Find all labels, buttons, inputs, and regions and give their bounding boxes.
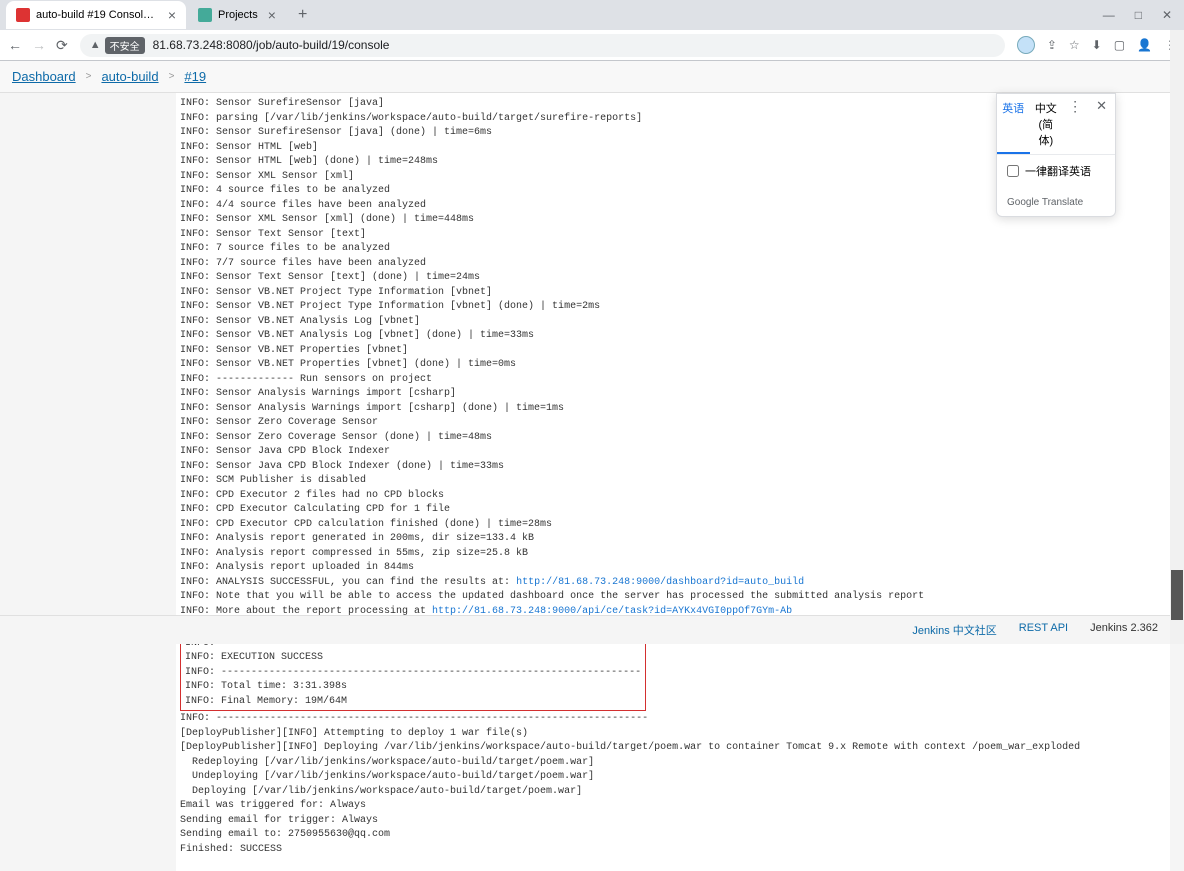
translate-menu-icon[interactable]: ⋮ bbox=[1062, 94, 1088, 154]
back-button[interactable]: ← bbox=[8, 37, 22, 54]
footer-version: Jenkins 2.362 bbox=[1090, 622, 1158, 638]
forward-button[interactable]: → bbox=[32, 37, 46, 54]
jenkins-favicon bbox=[16, 8, 30, 22]
tab-title: Projects bbox=[218, 9, 258, 21]
nav-buttons: ← → ⟳ bbox=[8, 37, 68, 54]
toolbar-icons: ⇪ ☆ ⬇ ▢ 👤 ⋮ bbox=[1017, 36, 1176, 54]
translate-checkbox-input[interactable] bbox=[1007, 165, 1019, 177]
translate-icon[interactable] bbox=[1017, 36, 1035, 54]
reload-button[interactable]: ⟳ bbox=[56, 37, 68, 54]
translate-always-checkbox[interactable]: 一律翻译英语 bbox=[1007, 163, 1105, 179]
star-icon[interactable]: ☆ bbox=[1069, 38, 1080, 52]
extension-icon[interactable]: ▢ bbox=[1114, 38, 1125, 52]
footer-link-community[interactable]: Jenkins 中文社区 bbox=[912, 622, 996, 638]
browser-chrome: auto-build #19 Console [Jenk × Projects … bbox=[0, 0, 1184, 61]
translate-checkbox-label: 一律翻译英语 bbox=[1025, 163, 1091, 179]
tab-bar: auto-build #19 Console [Jenk × Projects … bbox=[0, 0, 1184, 30]
console-link[interactable]: http://81.68.73.248:9000/dashboard?id=au… bbox=[516, 577, 804, 588]
scrollbar[interactable] bbox=[1170, 30, 1184, 644]
translate-footer: Google Translate bbox=[997, 193, 1115, 216]
crumb-build[interactable]: #19 bbox=[184, 69, 206, 84]
sonar-favicon bbox=[198, 8, 212, 22]
translate-tab-en[interactable]: 英语 bbox=[997, 94, 1030, 154]
profile-icon[interactable]: 👤 bbox=[1137, 38, 1152, 52]
browser-tab-active[interactable]: auto-build #19 Console [Jenk × bbox=[6, 1, 186, 29]
translate-close-icon[interactable]: ✕ bbox=[1088, 94, 1115, 154]
tab-close-icon[interactable]: × bbox=[268, 7, 276, 23]
translate-body: 一律翻译英语 bbox=[997, 155, 1115, 193]
breadcrumb: Dashboard > auto-build > #19 bbox=[0, 61, 1184, 93]
translate-tabs: 英语 中文 (简体) ⋮ ✕ bbox=[997, 94, 1115, 155]
crumb-sep: > bbox=[169, 71, 175, 82]
crumb-sep: > bbox=[86, 71, 92, 82]
unsafe-badge: 不安全 bbox=[105, 37, 145, 54]
window-controls: — □ ✕ bbox=[1103, 8, 1184, 22]
address-bar: ← → ⟳ ▲ 不安全 81.68.73.248:8080/job/auto-b… bbox=[0, 30, 1184, 60]
close-window-button[interactable]: ✕ bbox=[1162, 8, 1172, 22]
crumb-dashboard[interactable]: Dashboard bbox=[12, 69, 76, 84]
footer-link-restapi[interactable]: REST API bbox=[1019, 622, 1068, 638]
new-tab-button[interactable]: + bbox=[288, 6, 317, 24]
url-text: 81.68.73.248:8080/job/auto-build/19/cons… bbox=[153, 38, 390, 52]
translate-tab-zh[interactable]: 中文 (简体) bbox=[1030, 94, 1063, 154]
content-area: 英语 中文 (简体) ⋮ ✕ 一律翻译英语 Google Translate I… bbox=[0, 93, 1184, 871]
download-icon[interactable]: ⬇ bbox=[1092, 38, 1102, 52]
url-bar[interactable]: ▲ 不安全 81.68.73.248:8080/job/auto-build/1… bbox=[80, 34, 1005, 57]
browser-tab-inactive[interactable]: Projects × bbox=[188, 1, 286, 29]
minimize-button[interactable]: — bbox=[1103, 8, 1115, 22]
translate-popup: 英语 中文 (简体) ⋮ ✕ 一律翻译英语 Google Translate bbox=[996, 93, 1116, 217]
page-footer: Jenkins 中文社区 REST API Jenkins 2.362 bbox=[0, 615, 1170, 644]
maximize-button[interactable]: □ bbox=[1135, 8, 1142, 22]
scroll-thumb[interactable] bbox=[1171, 570, 1183, 620]
unsafe-icon: ▲ bbox=[90, 39, 101, 51]
crumb-job[interactable]: auto-build bbox=[101, 69, 158, 84]
tab-title: auto-build #19 Console [Jenk bbox=[36, 9, 158, 21]
tab-close-icon[interactable]: × bbox=[168, 7, 176, 23]
share-icon[interactable]: ⇪ bbox=[1047, 38, 1057, 52]
